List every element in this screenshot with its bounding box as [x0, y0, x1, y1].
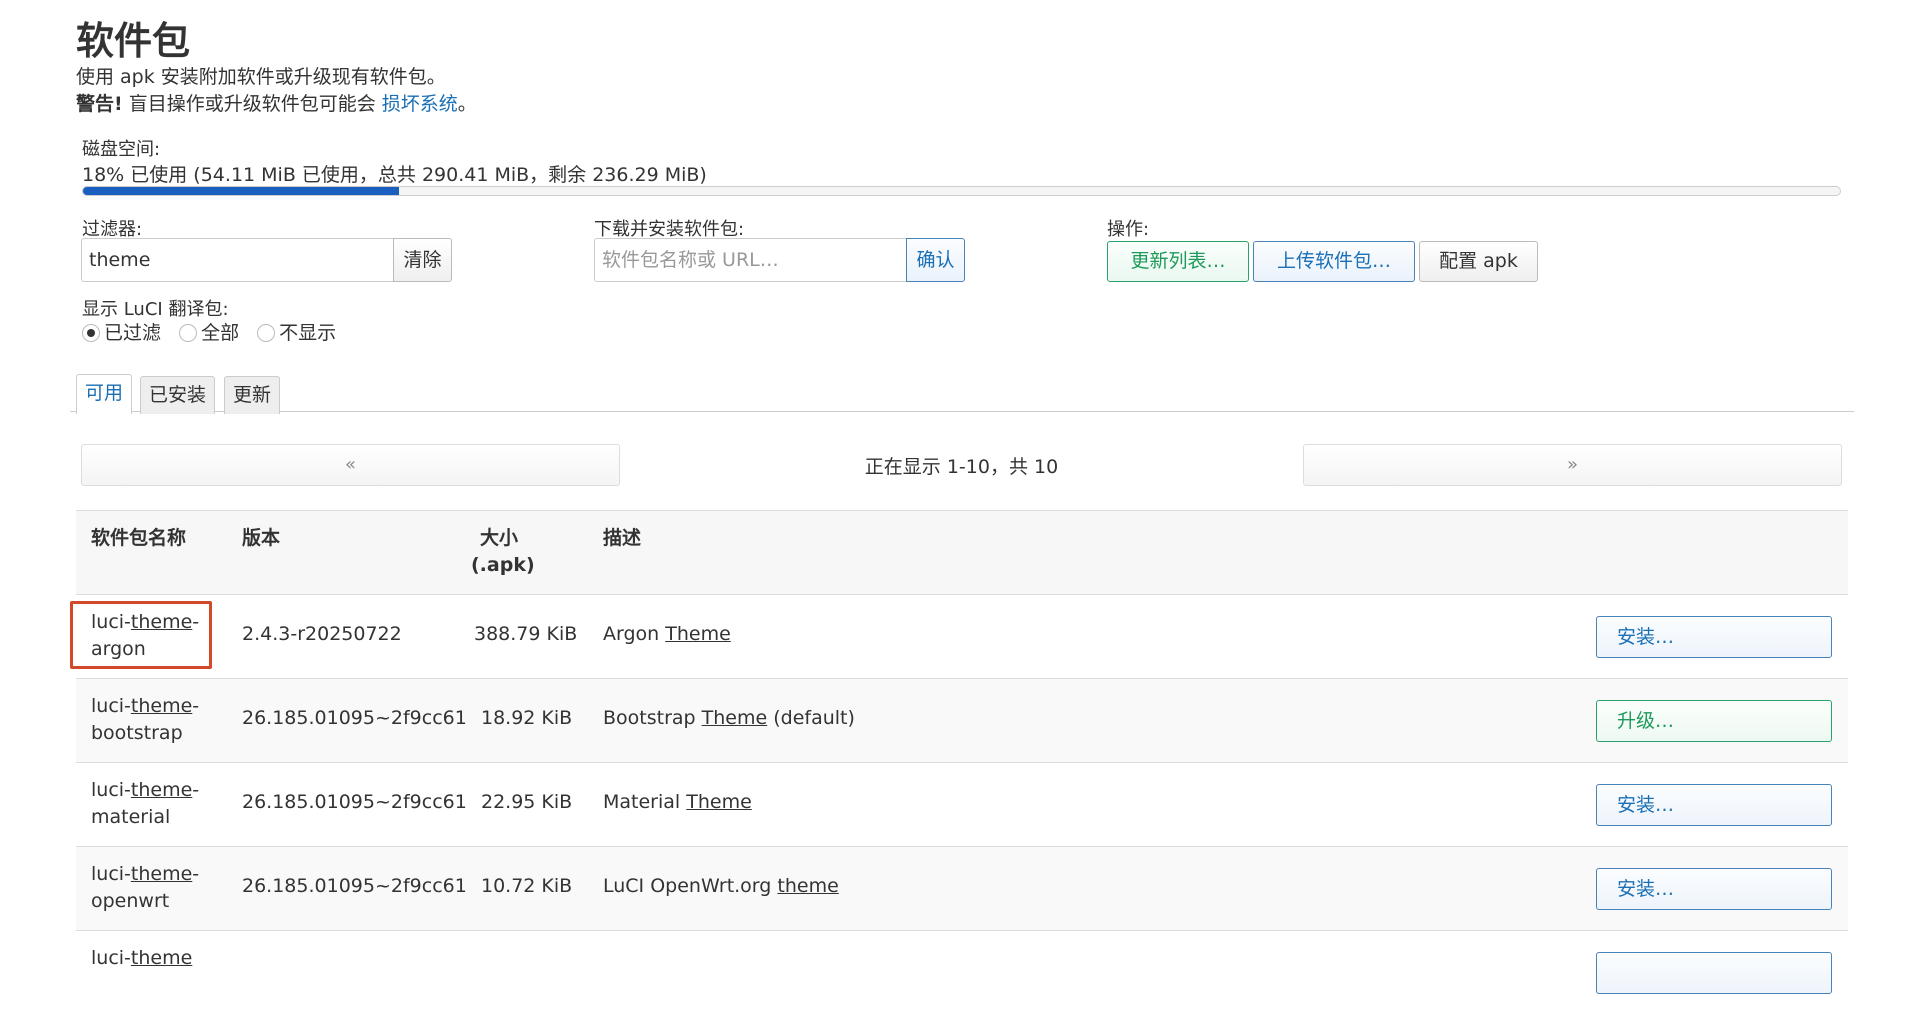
package-description: Argon Theme	[603, 623, 731, 645]
warning-text: 警告! 盲目操作或升级软件包可能会 损坏系统。	[76, 89, 477, 116]
package-version: 26.185.01095~2f9cc61	[242, 791, 467, 813]
table-row: luci-theme-bootstrap 26.185.01095~2f9cc6…	[76, 678, 1848, 762]
package-name: luci-theme-openwrt	[91, 863, 200, 912]
disk-usage-fill	[83, 187, 400, 195]
radio-all-label: 全部	[201, 322, 240, 344]
package-name: luci-theme-bootstrap	[91, 695, 200, 744]
package-description: Material Theme	[603, 791, 752, 813]
package-version: 26.185.01095~2f9cc61	[242, 875, 467, 897]
install-button[interactable]: 安装…	[1596, 784, 1832, 826]
radio-none-label: 不显示	[279, 322, 337, 344]
table-row: luci-theme-argon 2.4.3-r20250722 388.79 …	[76, 594, 1848, 678]
configure-apk-button[interactable]: 配置 apk	[1419, 241, 1538, 282]
warning-bold: 警告!	[76, 93, 123, 115]
pager-prev-button[interactable]: «	[81, 444, 620, 486]
package-size: 22.95 KiB	[481, 791, 573, 813]
disk-usage-text: 18% 已使用 (54.11 MiB 已使用，总共 290.41 MiB，剩余 …	[82, 164, 707, 186]
tab-bar-line	[70, 411, 1854, 412]
upload-package-button[interactable]: 上传软件包…	[1253, 241, 1415, 282]
package-description: LuCI OpenWrt.org theme	[603, 875, 839, 897]
disk-space-label: 磁盘空间:	[82, 139, 161, 160]
upgrade-button[interactable]: 升级…	[1596, 700, 1832, 742]
radio-none-indicator[interactable]	[257, 324, 276, 342]
package-name: luci-theme-material	[91, 779, 200, 828]
header-name: 软件包名称	[91, 527, 187, 549]
update-lists-button[interactable]: 更新列表…	[1107, 241, 1249, 282]
pager-status: 正在显示 1-10，共 10	[864, 456, 1059, 478]
radio-all[interactable]: 全部	[179, 322, 239, 344]
warning-body: 盲目操作或升级软件包可能会	[122, 93, 382, 115]
page-description: 使用 apk 安装附加软件或升级现有软件包。	[76, 66, 446, 88]
radio-all-indicator[interactable]	[179, 324, 198, 342]
table-row: luci-theme-material 26.185.01095~2f9cc61…	[76, 762, 1848, 846]
table-row: luci-theme	[76, 930, 1848, 1014]
header-size-line2: (.apk)	[471, 554, 535, 576]
install-button[interactable]	[1596, 952, 1832, 994]
install-button[interactable]: 安装…	[1596, 868, 1832, 910]
header-size: 大小 (.apk)	[471, 525, 535, 579]
clear-filter-button[interactable]: 清除	[393, 238, 452, 282]
table-header: 软件包名称 版本 大小 (.apk) 描述	[76, 510, 1848, 594]
package-version: 26.185.01095~2f9cc61	[242, 707, 467, 729]
radio-none[interactable]: 不显示	[257, 322, 336, 344]
package-size: 10.72 KiB	[481, 875, 573, 897]
package-table: 软件包名称 版本 大小 (.apk) 描述 luci-theme-argon 2…	[76, 510, 1848, 1014]
warning-end: 。	[457, 93, 477, 115]
table-row: luci-theme-openwrt 26.185.01095~2f9cc61 …	[76, 846, 1848, 930]
radio-filtered[interactable]: 已过滤	[82, 322, 161, 344]
package-url-input[interactable]: 软件包名称或 URL…	[594, 238, 907, 282]
package-size: 388.79 KiB	[474, 623, 578, 645]
radio-filtered-label: 已过滤	[104, 322, 162, 344]
break-system-link[interactable]: 损坏系统	[382, 93, 458, 115]
install-button[interactable]: 安装…	[1596, 616, 1832, 658]
radio-filtered-indicator[interactable]	[82, 324, 100, 342]
tab-available[interactable]: 可用	[76, 374, 133, 414]
disk-usage-bar	[82, 186, 1841, 196]
filter-input[interactable]: theme	[81, 238, 394, 282]
header-size-line1: 大小	[479, 527, 518, 549]
package-size: 18.92 KiB	[481, 707, 573, 729]
translations-radio-group: 已过滤 全部 不显示	[82, 318, 336, 345]
header-description: 描述	[603, 527, 642, 549]
package-description: Bootstrap Theme (default)	[603, 707, 855, 729]
actions-label: 操作:	[1107, 219, 1150, 240]
page-title: 软件包	[76, 19, 191, 63]
header-version: 版本	[242, 527, 281, 549]
confirm-install-button[interactable]: 确认	[906, 238, 965, 282]
selection-highlight	[70, 601, 212, 669]
package-version: 2.4.3-r20250722	[242, 623, 402, 645]
package-name: luci-theme	[91, 947, 193, 969]
tab-updates[interactable]: 更新	[224, 376, 281, 414]
tab-installed[interactable]: 已安装	[140, 376, 216, 414]
pager-next-button[interactable]: »	[1303, 444, 1842, 486]
